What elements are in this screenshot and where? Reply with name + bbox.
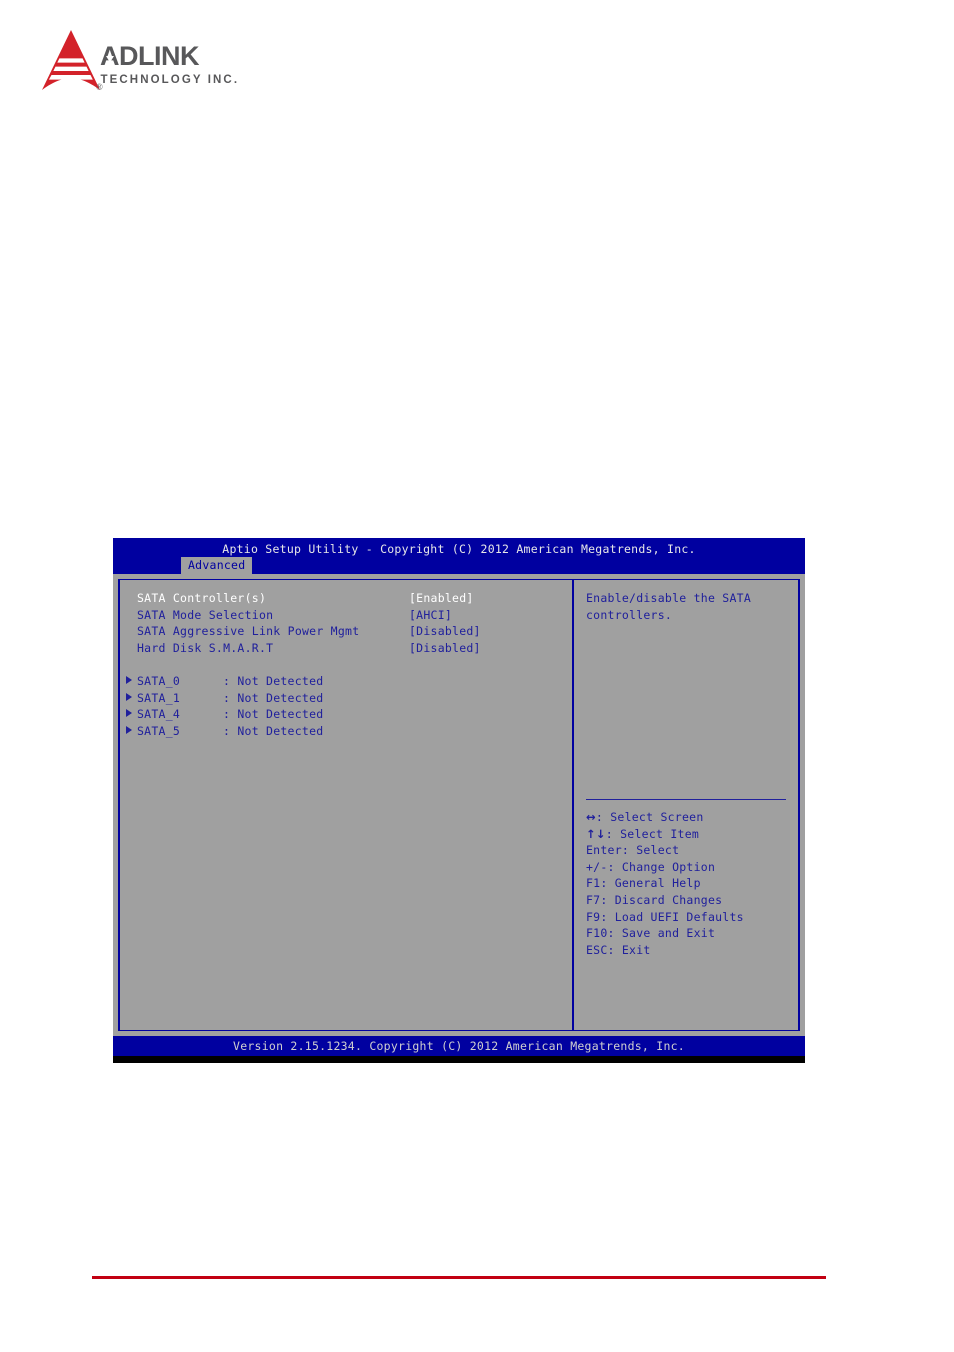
device-status: : Not Detected xyxy=(223,690,324,705)
help-description: Enable/disable the SATA controllers. xyxy=(586,590,786,623)
bios-body: SATA Controller(s) [Enabled] SATA Mode S… xyxy=(113,574,805,1036)
key-legend-save-and-exit: F10: Save and Exit xyxy=(586,926,716,941)
device-row-sata-1[interactable]: SATA_1 : Not Detected xyxy=(126,690,567,707)
setting-value[interactable]: [AHCI] xyxy=(409,607,452,624)
bios-footer-bar: Version 2.15.1234. Copyright (C) 2012 Am… xyxy=(113,1036,805,1056)
help-line: controllers. xyxy=(586,607,673,622)
adlink-wordmark: ADLINK TECHNOLOGY INC. xyxy=(100,41,240,86)
device-row-sata-0[interactable]: SATA_0 : Not Detected xyxy=(126,673,567,690)
key-legend: ↔: Select Screen ↑↓: Select Item Enter: … xyxy=(586,809,796,958)
submenu-arrow-icon xyxy=(126,725,132,734)
adlink-name: ADLINK xyxy=(100,41,200,71)
device-status: : Not Detected xyxy=(223,673,324,688)
device-status: : Not Detected xyxy=(223,707,324,722)
setting-row-sata-mode-selection[interactable]: SATA Mode Selection [AHCI] xyxy=(137,607,567,624)
key-legend-text: : Select Screen xyxy=(595,810,704,824)
setting-label: SATA Aggressive Link Power Mgmt xyxy=(137,624,360,639)
bios-bottom-edge xyxy=(113,1056,805,1063)
adlink-logo-mark xyxy=(42,30,100,90)
setting-value[interactable]: [Disabled] xyxy=(409,623,481,640)
bios-settings-panel: SATA Controller(s) [Enabled] SATA Mode S… xyxy=(118,579,572,1031)
up-down-arrow-icon: ↑↓ xyxy=(586,826,606,841)
setting-value[interactable]: [Enabled] xyxy=(409,590,474,607)
setting-label: SATA Controller(s) xyxy=(137,591,267,605)
key-legend-text: : Select Item xyxy=(605,826,700,841)
adlink-tagline: TECHNOLOGY INC. xyxy=(101,74,240,86)
setting-row-hard-disk-smart[interactable]: Hard Disk S.M.A.R.T [Disabled] xyxy=(137,640,567,657)
setting-row-sata-controllers[interactable]: SATA Controller(s) [Enabled] xyxy=(137,590,567,607)
device-label: SATA_0 xyxy=(137,673,181,688)
device-row-sata-5[interactable]: SATA_5 : Not Detected xyxy=(126,723,567,740)
device-row-sata-4[interactable]: SATA_4 : Not Detected xyxy=(126,706,567,723)
key-legend-enter-select: Enter: Select xyxy=(586,843,680,858)
left-right-arrow-icon: ↔ xyxy=(586,810,596,824)
bios-version-text: Version 2.15.1234. Copyright (C) 2012 Am… xyxy=(233,1039,685,1053)
key-legend-select-item: ↑↓: Select Item xyxy=(586,826,796,843)
bios-header-bar: Aptio Setup Utility - Copyright (C) 2012… xyxy=(113,538,805,574)
submenu-arrow-icon xyxy=(126,709,132,718)
page-footer-rule xyxy=(92,1276,826,1279)
key-legend-change-option: +/-: Change Option xyxy=(586,859,716,874)
setting-row-sata-aggressive-link-power-mgmt[interactable]: SATA Aggressive Link Power Mgmt [Disable… xyxy=(137,623,567,640)
key-legend-exit: ESC: Exit xyxy=(586,942,651,957)
key-legend-discard-changes: F7: Discard Changes xyxy=(586,892,723,907)
help-divider xyxy=(586,799,786,800)
device-label: SATA_4 xyxy=(137,707,181,722)
help-line: Enable/disable the SATA xyxy=(586,591,751,605)
bios-help-panel: Enable/disable the SATA controllers. ↔: … xyxy=(572,579,800,1031)
device-status: : Not Detected xyxy=(223,723,324,738)
key-legend-load-defaults: F9: Load UEFI Defaults xyxy=(586,909,744,924)
key-legend-general-help: F1: General Help xyxy=(586,876,701,891)
tab-advanced[interactable]: Advanced xyxy=(181,557,253,574)
device-label: SATA_1 xyxy=(137,690,181,705)
setting-label: Hard Disk S.M.A.R.T xyxy=(137,640,274,655)
key-legend-select-screen: ↔: Select Screen xyxy=(586,809,796,826)
bios-setup-window: Aptio Setup Utility - Copyright (C) 2012… xyxy=(113,538,805,1063)
setting-label: SATA Mode Selection xyxy=(137,607,274,622)
setting-value[interactable]: [Disabled] xyxy=(409,640,481,657)
bios-title: Aptio Setup Utility - Copyright (C) 2012… xyxy=(222,542,696,556)
adlink-logo: ADLINK TECHNOLOGY INC. ® xyxy=(38,28,248,98)
submenu-arrow-icon xyxy=(126,675,132,684)
settings-list: SATA Controller(s) [Enabled] SATA Mode S… xyxy=(126,590,567,740)
device-label: SATA_5 xyxy=(137,723,181,738)
registered-trademark-icon: ® xyxy=(96,82,103,92)
submenu-arrow-icon xyxy=(126,692,132,701)
